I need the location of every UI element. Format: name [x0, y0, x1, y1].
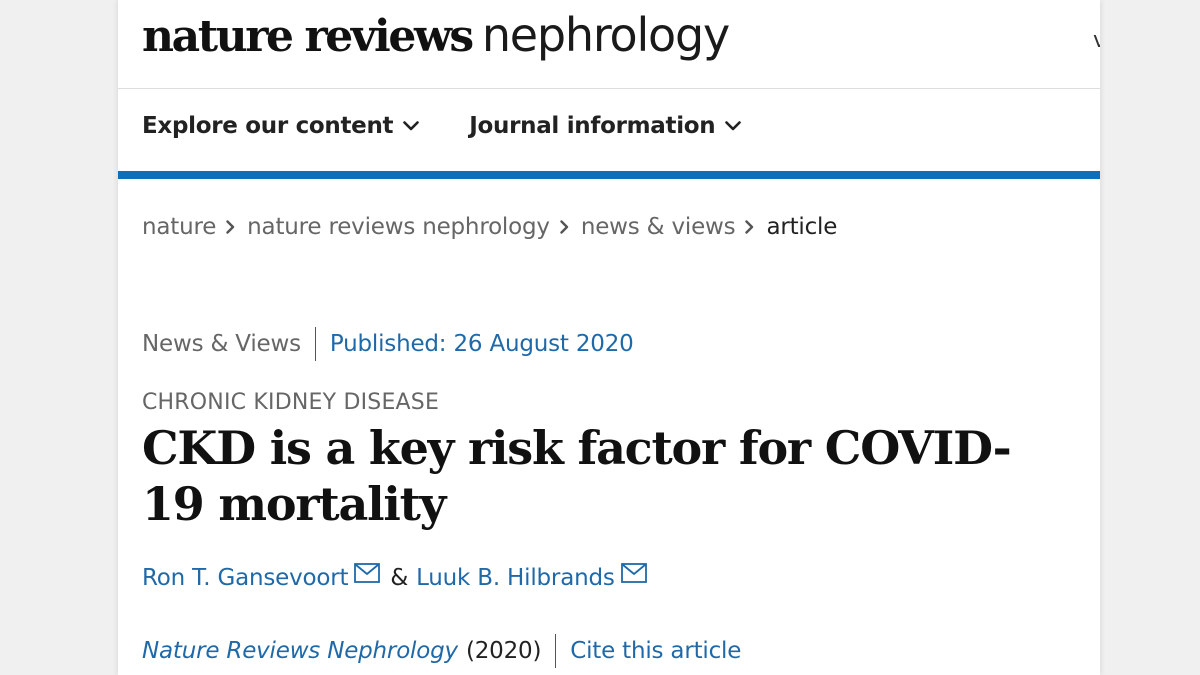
breadcrumb-journal[interactable]: nature reviews nephrology — [247, 214, 550, 240]
article-type: News & Views — [142, 331, 301, 357]
breadcrumb-news-views[interactable]: news & views — [581, 214, 736, 240]
publication-year: (2020) — [465, 638, 542, 664]
citation-row: Nature Reviews Nephrology (2020) Cite th… — [142, 634, 741, 668]
journal-name[interactable]: Nature Reviews Nephrology — [142, 638, 458, 664]
breadcrumb-current: article — [766, 214, 838, 240]
author-link[interactable]: Ron T. Gansevoort — [142, 565, 349, 591]
nav-journal-information[interactable]: Journal information — [469, 113, 742, 139]
main-nav: Explore our content Journal information — [142, 113, 742, 139]
chevron-down-icon — [403, 121, 420, 131]
article-subject[interactable]: CHRONIC KIDNEY DISEASE — [142, 390, 439, 415]
article-meta: News & Views Published: 26 August 2020 — [142, 327, 634, 361]
logo-nephrology: nephrology — [481, 8, 730, 62]
nav-accent-bar — [118, 171, 1100, 179]
mail-icon[interactable] — [620, 563, 647, 583]
meta-divider — [314, 327, 316, 361]
nav-explore-label: Explore our content — [142, 113, 394, 139]
citation-divider — [555, 634, 557, 668]
breadcrumb: nature nature reviews nephrology news & … — [142, 214, 837, 240]
article-title: CKD is a key risk factor for COVID-19 mo… — [142, 421, 1012, 531]
published-date: Published: 26 August 2020 — [329, 331, 634, 357]
nav-journal-label: Journal information — [469, 113, 716, 139]
cite-article-link[interactable]: Cite this article — [570, 638, 741, 664]
nav-explore-content[interactable]: Explore our content — [142, 113, 420, 139]
mail-icon[interactable] — [354, 563, 381, 583]
page: nature reviews nephrology v Explore our c… — [118, 0, 1100, 675]
chevron-right-icon — [226, 220, 235, 234]
header-divider — [118, 88, 1100, 89]
chevron-right-icon — [560, 220, 569, 234]
logo-nature-reviews: nature reviews — [142, 11, 474, 62]
breadcrumb-nature[interactable]: nature — [142, 214, 216, 240]
author-link[interactable]: Luuk B. Hilbrands — [416, 565, 615, 591]
journal-logo[interactable]: nature reviews nephrology — [142, 8, 730, 80]
chevron-right-icon — [745, 220, 754, 234]
author-list: Ron T. Gansevoort & Luuk B. Hilbrands — [142, 563, 647, 591]
chevron-down-icon — [725, 121, 742, 131]
author-separator: & — [390, 565, 409, 591]
header-cutoff-text: v — [1092, 28, 1100, 53]
